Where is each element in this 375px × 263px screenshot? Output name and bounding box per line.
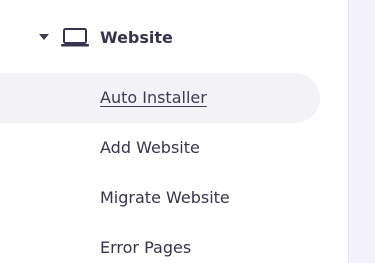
- sidebar-item-error-pages[interactable]: Error Pages: [0, 223, 320, 263]
- sidebar-item-migrate-website[interactable]: Migrate Website: [0, 173, 320, 223]
- sidebar-item-label[interactable]: Add Website: [100, 137, 200, 159]
- sidebar-item-add-website[interactable]: Add Website: [0, 123, 320, 173]
- sidebar-section-label: Website: [100, 28, 173, 47]
- page: Website Auto Installer Add Website Migra…: [0, 0, 375, 263]
- laptop-icon: [61, 28, 89, 47]
- sidebar-item-auto-installer[interactable]: Auto Installer: [0, 73, 320, 123]
- caret-down-icon[interactable]: [39, 34, 49, 40]
- main-content-area: [349, 0, 375, 263]
- sidebar-item-label[interactable]: Migrate Website: [100, 187, 230, 209]
- sidebar-section-website[interactable]: Website: [0, 14, 348, 62]
- sidebar-item-label[interactable]: Auto Installer: [100, 87, 207, 109]
- sidebar: Website Auto Installer Add Website Migra…: [0, 0, 348, 263]
- sidebar-item-label[interactable]: Error Pages: [100, 237, 191, 259]
